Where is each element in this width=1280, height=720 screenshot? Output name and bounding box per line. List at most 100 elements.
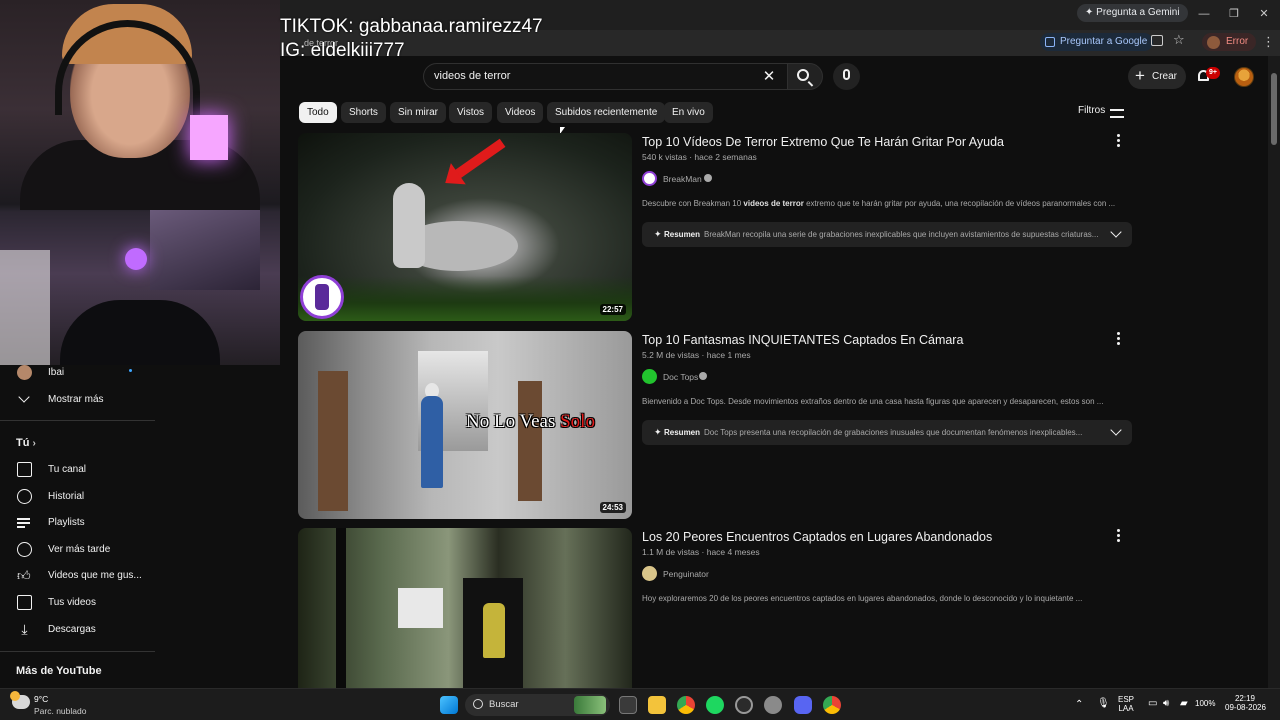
network-icon[interactable]: ▭	[1148, 698, 1157, 709]
search-result[interactable]: Los 20 Peores Encuentros Captados en Lug…	[298, 528, 1138, 688]
chrome-icon[interactable]	[677, 696, 695, 714]
clock-icon	[17, 542, 32, 557]
taskbar-search[interactable]: Buscar	[465, 694, 610, 716]
close-icon[interactable]: ✕	[1256, 6, 1272, 22]
chip-todo[interactable]: Todo	[299, 102, 337, 123]
input-language[interactable]: ESP LAA	[1118, 695, 1134, 713]
lens-icon	[1045, 37, 1055, 47]
channel-avatar[interactable]	[300, 275, 344, 319]
bookmark-star-icon[interactable]: ☆	[1173, 32, 1185, 48]
chrome-profile-icon[interactable]	[823, 696, 841, 714]
spotify-icon[interactable]	[706, 696, 724, 714]
search-box	[423, 63, 787, 90]
video-title[interactable]: Top 10 Vídeos De Terror Extremo Que Te H…	[642, 135, 1004, 149]
more-options-icon[interactable]	[1115, 332, 1121, 346]
video-duration: 22:57	[599, 304, 626, 315]
voice-search-button[interactable]	[833, 63, 860, 90]
gemini-button[interactable]: ✦ Pregunta a Gemini	[1077, 4, 1188, 22]
show-hidden-icons[interactable]: ⌃	[1075, 699, 1083, 710]
summary-expander[interactable]: ✦ Resumen BreakMan recopila una serie de…	[642, 222, 1132, 247]
sidebar-item-tu-canal[interactable]: Tu canal	[0, 457, 155, 483]
weather-icon[interactable]	[10, 691, 30, 709]
sidebar: Ibai Mostrar más Tú › Tu canal Historial…	[0, 365, 155, 687]
video-meta: 540 k vistas · hace 2 semanas	[642, 152, 757, 162]
ask-google-button[interactable]: Preguntar a Google	[1040, 33, 1154, 51]
filters-button[interactable]: Filtros	[1078, 105, 1105, 116]
sidebar-item-descargas[interactable]: ⤓ Descargas	[0, 617, 155, 643]
battery-icon[interactable]: ▰	[1180, 698, 1188, 709]
install-app-icon[interactable]	[1151, 35, 1163, 46]
more-options-icon[interactable]	[1115, 529, 1121, 543]
battery-percentage: 100%	[1195, 699, 1216, 708]
search-result[interactable]: 22:57 Top 10 Vídeos De Terror Extremo Qu…	[298, 133, 1138, 323]
sidebar-you-header[interactable]: Tú ›	[16, 437, 36, 449]
chip-shorts[interactable]: Shorts	[341, 102, 386, 123]
restore-icon[interactable]: ❐	[1226, 6, 1242, 22]
file-explorer-icon[interactable]	[648, 696, 666, 714]
summary-expander[interactable]: ✦ Resumen Doc Tops presenta una recopila…	[642, 420, 1132, 445]
chip-en-vivo[interactable]: En vivo	[664, 102, 713, 123]
video-thumbnail[interactable]: 22:57	[298, 133, 632, 321]
chip-vistos[interactable]: Vistos	[449, 102, 493, 123]
video-thumbnail[interactable]: No Lo Veas Solo 24:53	[298, 331, 632, 519]
video-duration: 24:53	[599, 502, 626, 513]
settings-icon[interactable]	[764, 696, 782, 714]
video-title[interactable]: Los 20 Peores Encuentros Captados en Lug…	[642, 530, 992, 544]
chevron-down-icon	[18, 391, 30, 403]
thumbnail-caption: No Lo Veas Solo	[466, 411, 595, 432]
chip-subidos-recientemente[interactable]: Subidos recientemente	[547, 102, 666, 123]
sidebar-item-playlists[interactable]: Playlists	[0, 510, 155, 536]
sidebar-subscription-ibai[interactable]: Ibai	[0, 360, 155, 386]
search-input[interactable]	[434, 70, 734, 82]
video-title[interactable]: Top 10 Fantasmas INQUIETANTES Captados E…	[642, 333, 963, 347]
download-icon: ⤓	[21, 621, 28, 637]
create-button[interactable]: + Crear	[1128, 64, 1186, 89]
sidebar-item-historial[interactable]: Historial	[0, 484, 155, 510]
mic-icon	[843, 69, 850, 80]
app-icon[interactable]	[735, 696, 753, 714]
search-result[interactable]: No Lo Veas Solo 24:53 Top 10 Fantasmas I…	[298, 331, 1138, 521]
minimize-icon[interactable]: —	[1196, 6, 1212, 22]
summary-label: Resumen	[664, 230, 701, 239]
account-avatar[interactable]	[1234, 67, 1254, 87]
summary-label: Resumen	[664, 428, 701, 437]
more-options-icon[interactable]	[1115, 134, 1121, 148]
page-scrollbar[interactable]	[1268, 56, 1280, 688]
gemini-button-label: Pregunta a Gemini	[1096, 7, 1180, 18]
sidebar-item-ver-mas-tarde[interactable]: Ver más tarde	[0, 537, 155, 563]
browser-menu-icon[interactable]: ⋮	[1262, 34, 1275, 50]
video-meta: 5.2 M de vistas · hace 1 mes	[642, 350, 751, 360]
sidebar-divider	[0, 651, 155, 652]
clock[interactable]: 22:19 09-08-2026	[1225, 694, 1266, 712]
video-thumbnail[interactable]	[298, 528, 632, 688]
plus-icon: +	[1135, 66, 1145, 85]
verified-icon	[704, 174, 712, 182]
create-label: Crear	[1152, 71, 1178, 82]
scrollbar-thumb[interactable]	[1271, 73, 1277, 145]
sidebar-item-label: Descargas	[48, 624, 96, 635]
video-description: Bienvenido a Doc Tops. Desde movimientos…	[642, 397, 1104, 406]
search-button[interactable]	[787, 63, 823, 90]
discord-icon[interactable]	[794, 696, 812, 714]
video-meta: 1.1 M de vistas · hace 4 meses	[642, 547, 760, 557]
channel-avatar	[642, 369, 657, 384]
instagram-overlay-text: IG: eldelkiii777	[280, 40, 405, 61]
channel-name: Doc Tops	[663, 372, 699, 382]
channel-avatar	[642, 566, 657, 581]
sidebar-item-label: Videos que me gus...	[48, 570, 142, 581]
tiktok-overlay-text: TIKTOK: gabbanaa.ramirezz47	[280, 16, 543, 37]
task-view-icon[interactable]	[619, 696, 637, 714]
start-icon[interactable]	[440, 696, 458, 714]
chip-videos[interactable]: Videos	[497, 102, 544, 123]
your-channel-icon	[17, 462, 32, 477]
volume-icon[interactable]: 🔊︎	[1163, 698, 1169, 709]
sidebar-item-liked-videos[interactable]: 👍︎ Videos que me gus...	[0, 563, 155, 589]
profile-error-button[interactable]: Error	[1202, 33, 1257, 51]
chip-sin-mirar[interactable]: Sin mirar	[390, 102, 447, 123]
sidebar-show-more[interactable]: Mostrar más	[0, 387, 155, 413]
sidebar-item-tus-videos[interactable]: Tus videos	[0, 590, 155, 616]
clear-search-icon[interactable]: ✕	[760, 68, 778, 86]
weather-temperature: 9°C	[34, 694, 49, 704]
filters-icon[interactable]	[1110, 107, 1124, 119]
microphone-icon[interactable]: 🎙︎	[1097, 698, 1110, 709]
